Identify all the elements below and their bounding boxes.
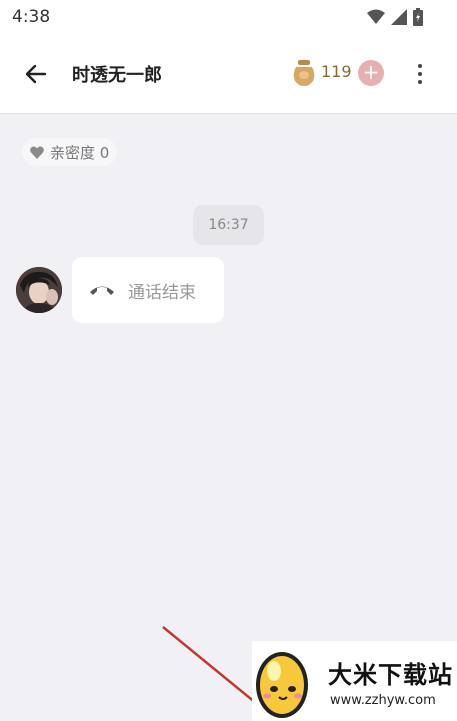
watermark-logo (256, 652, 308, 718)
watermark-url: www.zzhyw.com (330, 693, 436, 708)
watermark: 大米下载站 www.zzhyw.com (252, 641, 457, 721)
watermark-title: 大米下载站 (328, 661, 453, 689)
annotation-arrow (162, 626, 263, 709)
